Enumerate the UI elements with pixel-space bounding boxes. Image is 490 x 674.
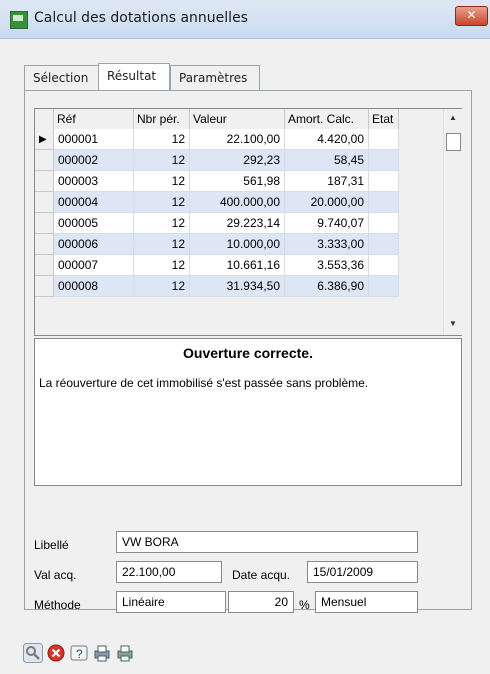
cell-etat[interactable] <box>369 150 399 171</box>
cell-etat[interactable] <box>369 255 399 276</box>
methode-field[interactable]: Linéaire <box>116 591 226 613</box>
cell-valeur[interactable]: 292,23 <box>190 150 285 171</box>
scroll-up-icon[interactable]: ▲ <box>449 113 457 122</box>
table-row[interactable]: 000004 12 400.000,00 20.000,00 <box>35 192 443 213</box>
column-header-etat[interactable]: Etat <box>369 109 399 129</box>
print-icon[interactable] <box>92 643 112 663</box>
cell-amort-calc[interactable]: 4.420,00 <box>285 129 369 150</box>
cell-ref[interactable]: 000008 <box>54 276 134 297</box>
cell-etat[interactable] <box>369 171 399 192</box>
dateacq-label: Date acqu. <box>232 568 291 582</box>
message-title: Ouverture correcte. <box>183 345 313 361</box>
svg-text:?: ? <box>76 647 83 661</box>
row-selector[interactable] <box>35 171 54 192</box>
column-header-amort-calc[interactable]: Amort. Calc. <box>285 109 369 129</box>
table-row[interactable]: 000002 12 292,23 58,45 <box>35 150 443 171</box>
row-selector[interactable] <box>35 192 54 213</box>
cell-amort-calc[interactable]: 6.386,90 <box>285 276 369 297</box>
column-header-ref[interactable]: Réf <box>54 109 134 129</box>
cell-ref[interactable]: 000004 <box>54 192 134 213</box>
help-icon[interactable]: ? <box>69 643 89 663</box>
cell-valeur[interactable]: 561,98 <box>190 171 285 192</box>
cell-etat[interactable] <box>369 192 399 213</box>
current-row-arrow-icon: ▶ <box>39 134 47 145</box>
tab-selection[interactable]: Sélection <box>24 65 99 90</box>
cell-nbr-per[interactable]: 12 <box>134 276 190 297</box>
cell-amort-calc[interactable]: 3.553,36 <box>285 255 369 276</box>
dateacq-field[interactable]: 15/01/2009 <box>307 561 418 583</box>
cell-valeur[interactable]: 400.000,00 <box>190 192 285 213</box>
cell-valeur[interactable]: 31.934,50 <box>190 276 285 297</box>
table-row[interactable]: ▶ 000001 12 22.100,00 4.420,00 <box>35 129 443 150</box>
table-row[interactable]: 000008 12 31.934,50 6.386,90 <box>35 276 443 297</box>
cell-ref[interactable]: 000003 <box>54 171 134 192</box>
cell-nbr-per[interactable]: 12 <box>134 150 190 171</box>
header-corner <box>35 109 54 129</box>
taux-field[interactable]: 20 <box>228 591 294 613</box>
cell-etat[interactable] <box>369 276 399 297</box>
cell-nbr-per[interactable]: 12 <box>134 234 190 255</box>
close-button[interactable]: ✕ <box>455 6 488 26</box>
tab-parametres[interactable]: Paramètres <box>170 65 260 90</box>
cell-etat[interactable] <box>369 129 399 150</box>
cancel-icon[interactable] <box>46 643 66 663</box>
message-body: La réouverture de cet immobilisé s'est p… <box>39 376 369 390</box>
valacq-field[interactable]: 22.100,00 <box>116 561 222 583</box>
message-box: Ouverture correcte. La réouverture de ce… <box>34 338 462 486</box>
search-icon[interactable] <box>23 643 43 663</box>
cell-amort-calc[interactable]: 58,45 <box>285 150 369 171</box>
percent-sign: % <box>299 598 310 612</box>
print-preview-icon[interactable] <box>115 643 135 663</box>
scroll-down-icon[interactable]: ▼ <box>449 319 457 328</box>
row-selector[interactable] <box>35 234 54 255</box>
cell-ref[interactable]: 000001 <box>54 129 134 150</box>
cell-ref[interactable]: 000006 <box>54 234 134 255</box>
methode-label: Méthode <box>34 598 81 612</box>
table-row[interactable]: 000007 12 10.661,16 3.553,36 <box>35 255 443 276</box>
row-selector[interactable]: ▶ <box>35 129 54 150</box>
column-header-nbr-per[interactable]: Nbr pér. <box>134 109 190 129</box>
cell-ref[interactable]: 000007 <box>54 255 134 276</box>
window-title: Calcul des dotations annuelles <box>34 10 248 26</box>
table-row[interactable]: 000006 12 10.000,00 3.333,00 <box>35 234 443 255</box>
app-icon <box>10 11 28 29</box>
cell-valeur[interactable]: 29.223,14 <box>190 213 285 234</box>
cell-valeur[interactable]: 22.100,00 <box>190 129 285 150</box>
cell-amort-calc[interactable]: 3.333,00 <box>285 234 369 255</box>
valacq-label: Val acq. <box>34 568 77 582</box>
cell-nbr-per[interactable]: 12 <box>134 213 190 234</box>
cell-amort-calc[interactable]: 187,31 <box>285 171 369 192</box>
cell-nbr-per[interactable]: 12 <box>134 192 190 213</box>
table-row[interactable]: 000003 12 561,98 187,31 <box>35 171 443 192</box>
row-selector[interactable] <box>35 255 54 276</box>
cell-amort-calc[interactable]: 20.000,00 <box>285 192 369 213</box>
grid-scrollbar[interactable]: ▲ ▼ <box>443 109 462 335</box>
row-selector[interactable] <box>35 213 54 234</box>
cell-etat[interactable] <box>369 234 399 255</box>
libelle-label: Libellé <box>34 538 69 552</box>
table-row[interactable]: 000005 12 29.223,14 9.740,07 <box>35 213 443 234</box>
cell-valeur[interactable]: 10.661,16 <box>190 255 285 276</box>
scroll-thumb[interactable] <box>446 133 461 151</box>
row-selector[interactable] <box>35 276 54 297</box>
cell-nbr-per[interactable]: 12 <box>134 171 190 192</box>
cell-nbr-per[interactable]: 12 <box>134 255 190 276</box>
cell-valeur[interactable]: 10.000,00 <box>190 234 285 255</box>
cell-ref[interactable]: 000002 <box>54 150 134 171</box>
column-header-valeur[interactable]: Valeur <box>190 109 285 129</box>
row-selector[interactable] <box>35 150 54 171</box>
cell-nbr-per[interactable]: 12 <box>134 129 190 150</box>
tab-resultat[interactable]: Résultat <box>98 63 170 90</box>
title-bar: Calcul des dotations annuelles ✕ <box>0 0 490 39</box>
cell-ref[interactable]: 000005 <box>54 213 134 234</box>
results-grid[interactable]: Réf Nbr pér. Valeur Amort. Calc. Etat ▶ 0… <box>34 108 462 336</box>
cell-etat[interactable] <box>369 213 399 234</box>
cell-amort-calc[interactable]: 9.740,07 <box>285 213 369 234</box>
libelle-field[interactable]: VW BORA <box>116 531 418 553</box>
periodicite-field[interactable]: Mensuel <box>315 591 418 613</box>
